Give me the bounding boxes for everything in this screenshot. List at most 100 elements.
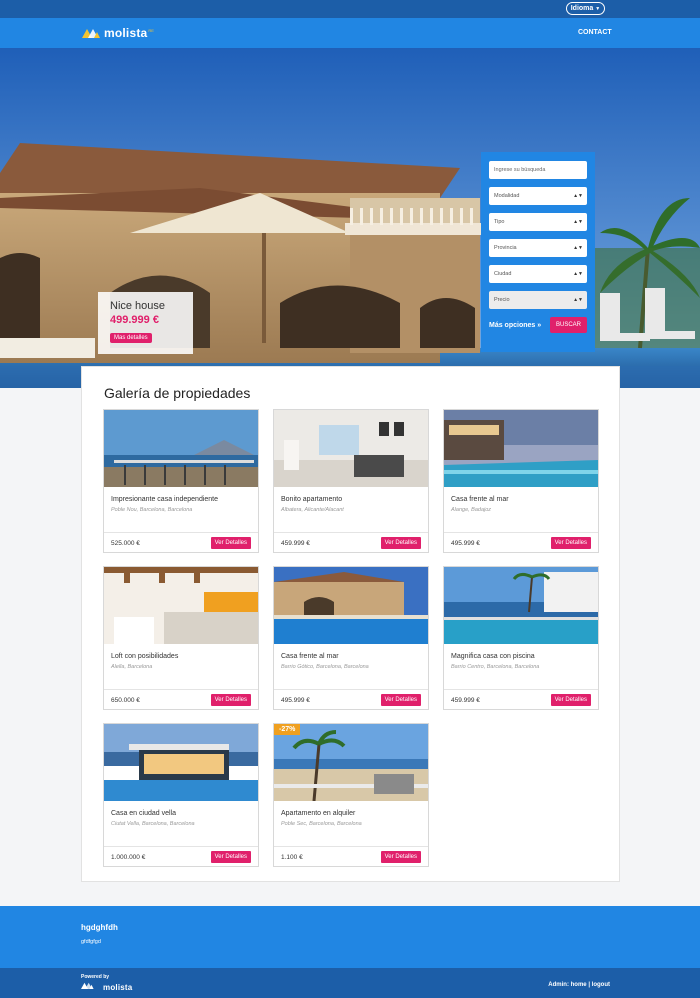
view-details-button[interactable]: Ver Detalles [550, 537, 591, 549]
property-title: Impresionante casa independiente [111, 496, 219, 503]
property-card[interactable]: Magnifica casa con piscina Barrio Centro… [443, 566, 599, 710]
property-location: Ciutat Vella, Barcelona, Barcelona [111, 821, 195, 827]
property-title: Apartamento en alquiler [281, 810, 356, 817]
gallery-title: Galería de propiedades [104, 385, 251, 401]
select-tipo[interactable]: Tipo ▲▼ [489, 213, 587, 231]
property-card[interactable]: Casa en ciudad vella Ciutat Vella, Barce… [103, 723, 259, 867]
caret-down-icon: ▼ [595, 6, 601, 12]
search-button[interactable]: BUSCAR [549, 317, 587, 333]
navbar: molista RE CONTACT [0, 18, 700, 48]
select-ciudad[interactable]: Ciudad ▲▼ [489, 265, 587, 283]
footer-logo-text: molista [103, 982, 133, 992]
select-modalidad-label: Modalidad [494, 193, 520, 199]
property-price: 459.999 € [451, 697, 480, 704]
property-price: 1.100 € [281, 854, 303, 861]
property-image[interactable] [444, 567, 598, 644]
select-modalidad[interactable]: Modalidad ▲▼ [489, 187, 587, 205]
select-arrow-icon: ▲▼ [573, 297, 583, 303]
site-logo[interactable]: molista RE [82, 26, 154, 40]
property-card[interactable]: Loft con posibilidades Alella, Barcelona… [103, 566, 259, 710]
property-card[interactable]: Casa frente al mar Alange, Badajoz 495.9… [443, 409, 599, 553]
select-precio-label: Precio [494, 297, 510, 303]
footer: hgdghfdh gfdfgfgd [0, 906, 700, 968]
property-image[interactable] [274, 567, 428, 644]
property-image[interactable] [274, 410, 428, 487]
select-arrow-icon: ▲▼ [573, 193, 583, 199]
property-price: 650.000 € [111, 697, 140, 704]
search-actions: Más opciones » BUSCAR [489, 317, 587, 333]
select-ciudad-label: Ciudad [494, 271, 512, 277]
property-image[interactable] [104, 410, 258, 487]
view-details-button[interactable]: Ver Detalles [210, 694, 251, 706]
property-title: Bonito apartamento [281, 496, 343, 503]
card-divider [274, 846, 428, 847]
more-options-link[interactable]: Más opciones » [489, 322, 541, 329]
property-image[interactable] [444, 410, 598, 487]
language-dropdown[interactable]: Idioma ▼ [566, 2, 605, 15]
featured-title: Nice house [110, 300, 166, 312]
property-price: 525.000 € [111, 540, 140, 547]
select-provincia-label: Provincia [494, 245, 517, 251]
property-card[interactable]: Impresionante casa independiente Poble N… [103, 409, 259, 553]
logo-sup: RE [148, 27, 154, 33]
property-title: Loft con posibilidades [111, 653, 179, 660]
footer-logo[interactable]: molista [81, 982, 132, 992]
search-input[interactable]: Ingrese su búsqueda [489, 161, 587, 179]
card-divider [104, 846, 258, 847]
select-tipo-label: Tipo [494, 219, 505, 225]
featured-property: Nice house 499.999 € Mas detalles [98, 292, 193, 354]
view-details-button[interactable]: Ver Detalles [210, 851, 251, 863]
property-card[interactable]: Bonito apartamento Albatera, Alicante/Al… [273, 409, 429, 553]
discount-badge: -27% [274, 724, 301, 735]
property-location: Albatera, Alicante/Alacant [281, 507, 344, 513]
property-card[interactable]: -27% Apartamento en alquiler Poble Sec, … [273, 723, 429, 867]
logo-mark-icon [82, 28, 102, 38]
admin-prefix: Admin: [548, 982, 569, 988]
property-price: 495.999 € [451, 540, 480, 547]
powered-by-label: Powered by [81, 974, 110, 980]
property-image[interactable] [104, 724, 258, 801]
property-location: Poble Nou, Barcelona, Barcelona [111, 507, 193, 513]
hero-banner: Nice house 499.999 € Mas detalles Ingres… [0, 48, 700, 388]
language-label: Idioma [570, 5, 594, 12]
view-details-button[interactable]: Ver Detalles [550, 694, 591, 706]
property-title: Casa frente al mar [451, 496, 509, 503]
property-location: Alella, Barcelona [111, 664, 153, 670]
featured-price: 499.999 € [110, 314, 159, 326]
select-provincia[interactable]: Provincia ▲▼ [489, 239, 587, 257]
select-precio[interactable]: Precio ▲▼ [489, 291, 587, 309]
select-arrow-icon: ▲▼ [573, 245, 583, 251]
property-card[interactable]: Casa frente al mar Barrio Gótico, Barcel… [273, 566, 429, 710]
property-gallery: Galería de propiedades Impresionante cas… [81, 366, 620, 882]
property-price: 495.999 € [281, 697, 310, 704]
property-location: Barrio Centro, Barcelona, Barcelona [451, 664, 540, 670]
select-arrow-icon: ▲▼ [573, 219, 583, 225]
property-location: Alange, Badajoz [451, 507, 492, 513]
card-divider [104, 689, 258, 690]
card-divider [104, 532, 258, 533]
property-title: Casa en ciudad vella [111, 810, 176, 817]
search-panel: Ingrese su búsqueda Modalidad ▲▼ Tipo ▲▼ P… [481, 152, 595, 352]
property-location: Poble Sec, Barcelona, Barcelona [281, 821, 362, 827]
featured-details-button[interactable]: Mas detalles [110, 333, 152, 343]
view-details-button[interactable]: Ver Detalles [380, 851, 421, 863]
footer-subtitle: gfdfgfgd [81, 939, 101, 945]
property-image[interactable] [104, 567, 258, 644]
card-divider [274, 532, 428, 533]
admin-separator: | [588, 982, 590, 988]
view-details-button[interactable]: Ver Detalles [380, 537, 421, 549]
bottom-bar: Powered by molista Admin: home | logout [0, 968, 700, 998]
admin-logout-link[interactable]: logout [592, 982, 610, 988]
card-divider [444, 532, 598, 533]
view-details-button[interactable]: Ver Detalles [210, 537, 251, 549]
view-details-button[interactable]: Ver Detalles [380, 694, 421, 706]
card-divider [274, 689, 428, 690]
select-arrow-icon: ▲▼ [573, 271, 583, 277]
property-image[interactable] [274, 724, 428, 801]
logo-mark-icon [81, 982, 101, 992]
property-location: Barrio Gótico, Barcelona, Barcelona [281, 664, 369, 670]
property-title: Magnifica casa con piscina [451, 653, 535, 660]
nav-contact-link[interactable]: CONTACT [578, 29, 612, 36]
top-bar: Idioma ▼ [0, 0, 700, 18]
admin-home-link[interactable]: home [571, 982, 587, 988]
